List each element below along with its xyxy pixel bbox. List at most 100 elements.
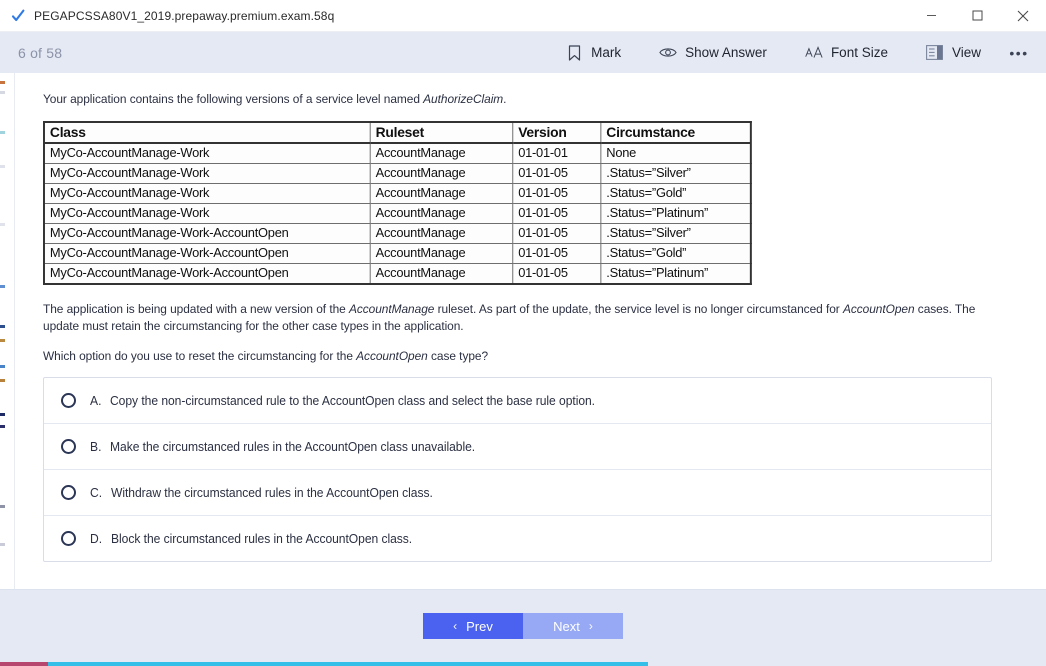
cell-ruleset: AccountManage [369, 163, 514, 184]
table-row: MyCo-AccountManage-Work-AccountOpen Acco… [43, 223, 752, 244]
radio-button-icon[interactable] [61, 485, 76, 500]
show-answer-button-label: Show Answer [685, 45, 767, 60]
cell-version: 01-01-05 [512, 203, 602, 224]
answer-option-c[interactable]: C. Withdraw the circumstanced rules in t… [44, 470, 991, 516]
font-size-icon [805, 44, 823, 62]
rail-marker [0, 543, 5, 546]
column-header-ruleset: Ruleset [369, 121, 514, 144]
close-button[interactable] [1000, 0, 1046, 31]
body-text-a: The application is being updated with a … [43, 302, 349, 316]
view-button-label: View [951, 45, 981, 60]
question-scroll-region[interactable]: Your application contains the following … [15, 73, 1046, 589]
cell-version: 01-01-05 [512, 183, 602, 204]
cell-class: MyCo-AccountManage-Work-AccountOpen [43, 223, 371, 244]
cell-circumstance: .Status=”Platinum” [600, 203, 752, 224]
minimize-button[interactable] [908, 0, 954, 31]
intro-text-before: Your application contains the following … [43, 92, 424, 106]
option-letter: C. [90, 485, 103, 500]
answer-option-a[interactable]: A. Copy the non-circumstanced rule to th… [44, 378, 991, 424]
cell-ruleset: AccountManage [369, 263, 514, 285]
window-title: PEGAPCSSA80V1_2019.prepaway.premium.exam… [34, 8, 335, 23]
option-text: Copy the non-circumstanced rule to the A… [109, 393, 595, 408]
cell-circumstance: .Status=”Platinum” [600, 263, 752, 285]
cell-version: 01-01-05 [512, 163, 602, 184]
intro-text-after: . [503, 92, 507, 106]
cell-version: 01-01-05 [512, 243, 602, 264]
option-letter: D. [90, 531, 103, 546]
rail-marker [0, 425, 5, 428]
cell-class: MyCo-AccountManage-Work [43, 142, 371, 164]
option-text: Block the circumstanced rules in the Acc… [110, 531, 412, 546]
cell-circumstance: .Status=”Silver” [600, 163, 752, 184]
table-row: MyCo-AccountManage-Work AccountManage 01… [43, 203, 752, 224]
question-body-paragraph: The application is being updated with a … [43, 301, 981, 335]
cell-ruleset: AccountManage [369, 203, 514, 224]
rail-marker [0, 365, 5, 368]
body-text-b: ruleset. As part of the update, the serv… [434, 302, 843, 316]
cell-class: MyCo-AccountManage-Work [43, 183, 371, 204]
cell-ruleset: AccountManage [369, 223, 514, 244]
show-answer-button[interactable]: Show Answer [649, 39, 777, 67]
next-button-label: Next [553, 618, 580, 634]
cell-ruleset: AccountManage [369, 142, 514, 164]
table-body: MyCo-AccountManage-Work AccountManage 01… [43, 142, 752, 285]
question-rail[interactable] [0, 73, 15, 589]
font-size-button-label: Font Size [830, 45, 888, 60]
radio-button-icon[interactable] [61, 531, 76, 546]
radio-button-icon[interactable] [61, 393, 76, 408]
prev-question-button[interactable]: ‹ Prev [423, 613, 523, 639]
rail-marker [0, 131, 5, 134]
cell-class: MyCo-AccountManage-Work [43, 163, 371, 184]
radio-button-icon[interactable] [61, 439, 76, 454]
question-progress-label: 6 of 58 [18, 44, 63, 61]
question-intro: Your application contains the following … [43, 91, 981, 108]
answer-option-d[interactable]: D. Block the circumstanced rules in the … [44, 516, 991, 561]
prompt-text-b: case type? [427, 349, 489, 363]
cell-class: MyCo-AccountManage-Work [43, 203, 371, 224]
cell-class: MyCo-AccountManage-Work-AccountOpen [43, 263, 371, 285]
cell-version: 01-01-05 [512, 223, 602, 244]
exam-viewer-window: PEGAPCSSA80V1_2019.prepaway.premium.exam… [0, 0, 1046, 666]
cell-ruleset: AccountManage [369, 183, 514, 204]
rail-marker [0, 339, 5, 342]
cell-circumstance: None [600, 142, 752, 164]
maximize-button[interactable] [954, 0, 1000, 31]
bottom-status-strip [0, 662, 1046, 666]
mark-button[interactable]: Mark [555, 39, 631, 67]
font-size-button[interactable]: Font Size [795, 39, 898, 67]
option-letter: A. [90, 393, 102, 408]
cell-version: 01-01-05 [512, 263, 602, 285]
table-row: MyCo-AccountManage-Work AccountManage 01… [43, 163, 752, 184]
navigation-footer: ‹ Prev Next › [0, 589, 1046, 662]
column-header-version: Version [512, 121, 602, 144]
status-segment-cyan [48, 662, 648, 666]
bookmark-icon [565, 44, 583, 62]
answer-option-b[interactable]: B. Make the circumstanced rules in the A… [44, 424, 991, 470]
prev-button-label: Prev [466, 618, 493, 634]
view-button[interactable]: View [916, 39, 991, 67]
option-text: Make the circumstanced rules in the Acco… [109, 439, 476, 454]
rail-marker [0, 223, 5, 226]
nav-button-group: ‹ Prev Next › [423, 613, 623, 639]
chevron-right-icon: › [588, 619, 593, 633]
question-prompt: Which option do you use to reset the cir… [43, 348, 981, 365]
window-controls [908, 0, 1046, 31]
cell-circumstance: .Status=”Gold” [600, 183, 752, 204]
question-toolbar: 6 of 58 Mark Show Answer Font Size View … [0, 32, 1046, 73]
chevron-left-icon: ‹ [453, 619, 458, 633]
question-page: Your application contains the following … [15, 73, 1046, 562]
answer-options-list: A. Copy the non-circumstanced rule to th… [43, 377, 992, 562]
mark-button-label: Mark [591, 45, 622, 60]
eye-icon [659, 44, 677, 62]
option-text: Withdraw the circumstanced rules in the … [110, 485, 433, 500]
blue-checkmark-icon [10, 8, 26, 24]
cell-ruleset: AccountManage [369, 243, 514, 264]
more-options-button[interactable]: ••• [1004, 40, 1034, 66]
rail-marker [0, 81, 5, 84]
next-question-button[interactable]: Next › [523, 613, 623, 639]
status-segment-magenta [0, 662, 48, 666]
rail-marker [0, 285, 5, 288]
table-row: MyCo-AccountManage-Work-AccountOpen Acco… [43, 263, 752, 285]
prompt-text-a: Which option do you use to reset the cir… [43, 349, 357, 363]
rail-marker [0, 379, 5, 382]
